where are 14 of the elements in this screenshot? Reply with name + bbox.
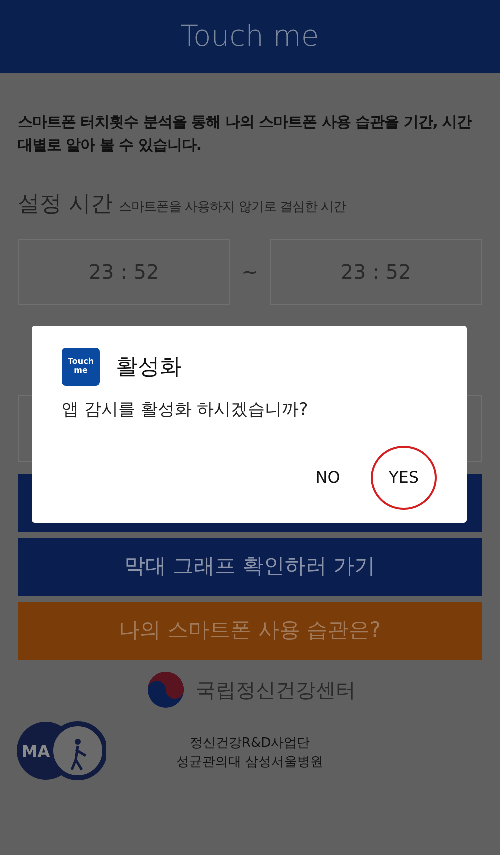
section-subtitle: 스마트폰을 사용하지 않기로 결심한 시간 [119, 198, 346, 216]
section-title: 설정 시간 [18, 190, 113, 218]
footer-text: 성균관의대 삼성서울병원 [175, 754, 325, 772]
dialog-message: 앱 감시를 활성화 하시겠습니까? [62, 399, 310, 422]
app-icon: Touch me [62, 348, 100, 386]
action-button[interactable]: 막대 그래프 확인하러 가기 [18, 538, 482, 596]
intro-text: 스마트폰 터치횟수 분석을 통해 나의 스마트폰 사용 습관을 기간, 시간대별로 알아 볼 수 있습니다. [18, 112, 473, 156]
footer-text: 정신건강R&D사업단 [188, 734, 312, 752]
dialog-button[interactable]: YES [371, 446, 437, 510]
separator-text: ~ [240, 258, 260, 286]
dialog-button[interactable]: NO [295, 446, 361, 510]
badge-logo-drawing: MA [16, 720, 106, 782]
dialog-title: 활성화 [116, 354, 182, 382]
app-title: Touch me [0, 0, 500, 73]
